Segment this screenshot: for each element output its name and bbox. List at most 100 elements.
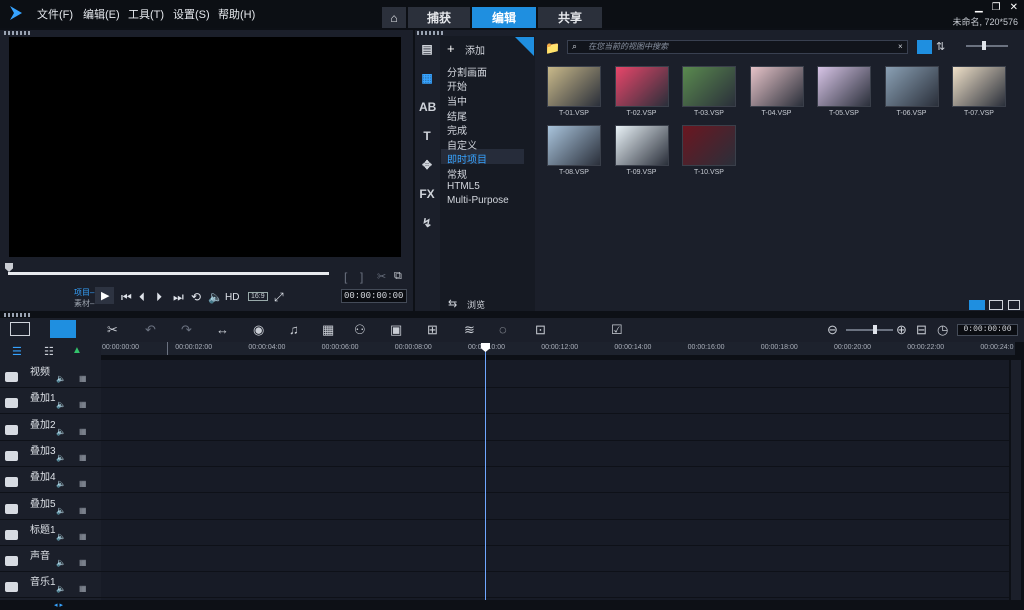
- project-mode-label[interactable]: 项目–: [74, 287, 94, 298]
- auto-music-icon[interactable]: ▦: [322, 322, 334, 338]
- track-volume-icon[interactable]: 🔈: [56, 506, 66, 515]
- track-type-icon[interactable]: [5, 582, 18, 593]
- browse-icon[interactable]: ⇆: [448, 297, 457, 310]
- storyboard-view-icon[interactable]: [10, 322, 30, 336]
- thumbnail-item[interactable]: T-01.VSP: [542, 66, 606, 121]
- track-grid-icon[interactable]: ▦: [79, 374, 87, 383]
- track-volume-icon[interactable]: 🔈: [56, 374, 66, 383]
- track-type-icon[interactable]: [5, 556, 18, 567]
- category-item[interactable]: 常规: [447, 166, 467, 181]
- tab-edit[interactable]: 编辑: [472, 7, 536, 28]
- panel-grip[interactable]: [4, 313, 30, 317]
- clear-search-icon[interactable]: ×: [898, 42, 903, 51]
- layout-icon[interactable]: [989, 300, 1003, 310]
- thumbnail-item[interactable]: T-07.VSP: [947, 66, 1011, 121]
- zoom-in-icon[interactable]: ⊕: [896, 322, 907, 338]
- minimize-icon[interactable]: ▁: [975, 2, 983, 13]
- menu-settings[interactable]: 设置(S): [173, 6, 210, 22]
- thumbnail-item[interactable]: T-02.VSP: [610, 66, 674, 121]
- thumbnail-item[interactable]: T-04.VSP: [745, 66, 809, 121]
- thumbnail-item[interactable]: T-09.VSP: [610, 125, 674, 180]
- thumbnail-item[interactable]: T-08.VSP: [542, 125, 606, 180]
- hd-toggle[interactable]: HD: [225, 292, 239, 303]
- edit-icon[interactable]: [1008, 300, 1020, 310]
- track-type-icon[interactable]: [5, 372, 18, 382]
- view-mode-icon[interactable]: [969, 300, 985, 310]
- sort-icon[interactable]: ⇅: [936, 40, 945, 53]
- snapshot-icon[interactable]: ⧉: [394, 270, 402, 283]
- menu-tools[interactable]: 工具(T): [128, 6, 164, 22]
- volume-icon[interactable]: 🔈: [208, 290, 223, 304]
- fit-icon[interactable]: ↔: [216, 322, 229, 337]
- tools-icon[interactable]: ✂: [107, 322, 118, 338]
- end-icon[interactable]: ⏭: [173, 290, 184, 305]
- next-frame-icon[interactable]: ⏵: [156, 290, 162, 305]
- fx-icon[interactable]: FX: [419, 187, 435, 201]
- track-volume-icon[interactable]: 🔈: [56, 479, 66, 488]
- category-item[interactable]: 完成: [447, 122, 467, 137]
- home-button[interactable]: ⌂: [382, 7, 406, 28]
- track-volume-icon[interactable]: 🔈: [56, 532, 66, 541]
- play-button[interactable]: ▶: [95, 287, 114, 304]
- zoom-slider[interactable]: [846, 329, 893, 331]
- menu-edit[interactable]: 编辑(E): [83, 6, 120, 22]
- zoom-out-icon[interactable]: ⊖: [827, 322, 838, 338]
- category-item[interactable]: Multi-Purpose: [447, 195, 509, 206]
- path-icon[interactable]: ↯: [419, 216, 435, 230]
- category-item[interactable]: 开始: [447, 78, 467, 93]
- timeline-vertical-scrollbar[interactable]: [1011, 360, 1021, 600]
- tab-capture[interactable]: 捕获: [408, 7, 470, 28]
- multi-camera-icon[interactable]: ⊞: [427, 322, 438, 338]
- subtitle-icon[interactable]: ▣: [390, 322, 402, 338]
- track-grid-icon[interactable]: ▦: [79, 584, 87, 593]
- search-input[interactable]: 在您当前的视图中搜索: [567, 40, 908, 54]
- menu-file[interactable]: 文件(F): [37, 6, 73, 22]
- thumbnail-item[interactable]: T-10.VSP: [677, 125, 741, 180]
- track-type-icon[interactable]: [5, 477, 18, 488]
- scrub-bar[interactable]: [8, 272, 329, 275]
- category-item[interactable]: 分割画面: [447, 64, 487, 79]
- home-icon[interactable]: ⏮: [121, 290, 132, 305]
- motion-tracking-icon[interactable]: ⚇: [354, 322, 366, 338]
- repeat-icon[interactable]: ⟲: [191, 290, 201, 304]
- crop-icon[interactable]: ⊡: [535, 322, 546, 338]
- track-type-icon[interactable]: [5, 529, 18, 540]
- chapter-list-icon[interactable]: ☷: [44, 345, 54, 358]
- folder-icon[interactable]: 📁: [545, 41, 560, 55]
- category-item[interactable]: 当中: [447, 93, 467, 108]
- record-icon[interactable]: ◉: [253, 322, 264, 338]
- panel-grip[interactable]: [4, 31, 30, 35]
- media-icon[interactable]: ▤: [419, 42, 435, 56]
- restore-icon[interactable]: ❐: [992, 2, 1001, 13]
- close-icon[interactable]: ✕: [1010, 2, 1018, 13]
- track-type-icon[interactable]: [5, 503, 18, 514]
- transition-icon[interactable]: AB: [419, 100, 436, 114]
- audio-mixer-icon[interactable]: ♫: [289, 322, 299, 337]
- track-type-icon[interactable]: [5, 424, 18, 435]
- track-grid-icon[interactable]: ▦: [79, 532, 87, 541]
- preview-screen[interactable]: [9, 37, 401, 257]
- preview-timecode[interactable]: 00:00:00:00: [341, 289, 407, 303]
- track-volume-icon[interactable]: 🔈: [56, 558, 66, 567]
- menu-help[interactable]: 帮助(H): [218, 6, 255, 22]
- thumbnail-item[interactable]: T-06.VSP: [880, 66, 944, 121]
- track-grid-icon[interactable]: ▦: [79, 400, 87, 409]
- track-grid-icon[interactable]: ▦: [79, 479, 87, 488]
- add-icon[interactable]: +: [447, 41, 455, 56]
- track-volume-icon[interactable]: 🔈: [56, 400, 66, 409]
- aspect-ratio-button[interactable]: 16:9: [248, 292, 268, 301]
- track-grid-icon[interactable]: ▦: [79, 506, 87, 515]
- thumbnail-item[interactable]: T-05.VSP: [812, 66, 876, 121]
- panel-grip[interactable]: [417, 31, 443, 35]
- track-grid-icon[interactable]: ▦: [79, 427, 87, 436]
- track-volume-icon[interactable]: 🔈: [56, 427, 66, 436]
- track-volume-icon[interactable]: 🔈: [56, 453, 66, 462]
- all-tracks-icon[interactable]: ▲: [72, 345, 82, 356]
- redo-icon[interactable]: ↷: [181, 322, 192, 338]
- timeline-view-icon[interactable]: [50, 320, 76, 338]
- track-manager-icon[interactable]: ☰: [12, 345, 22, 358]
- zoom-handle[interactable]: [873, 325, 877, 334]
- category-item[interactable]: 结尾: [447, 108, 467, 123]
- chapter-icon[interactable]: ☑: [611, 322, 623, 338]
- thumbnail-item[interactable]: T-03.VSP: [677, 66, 741, 121]
